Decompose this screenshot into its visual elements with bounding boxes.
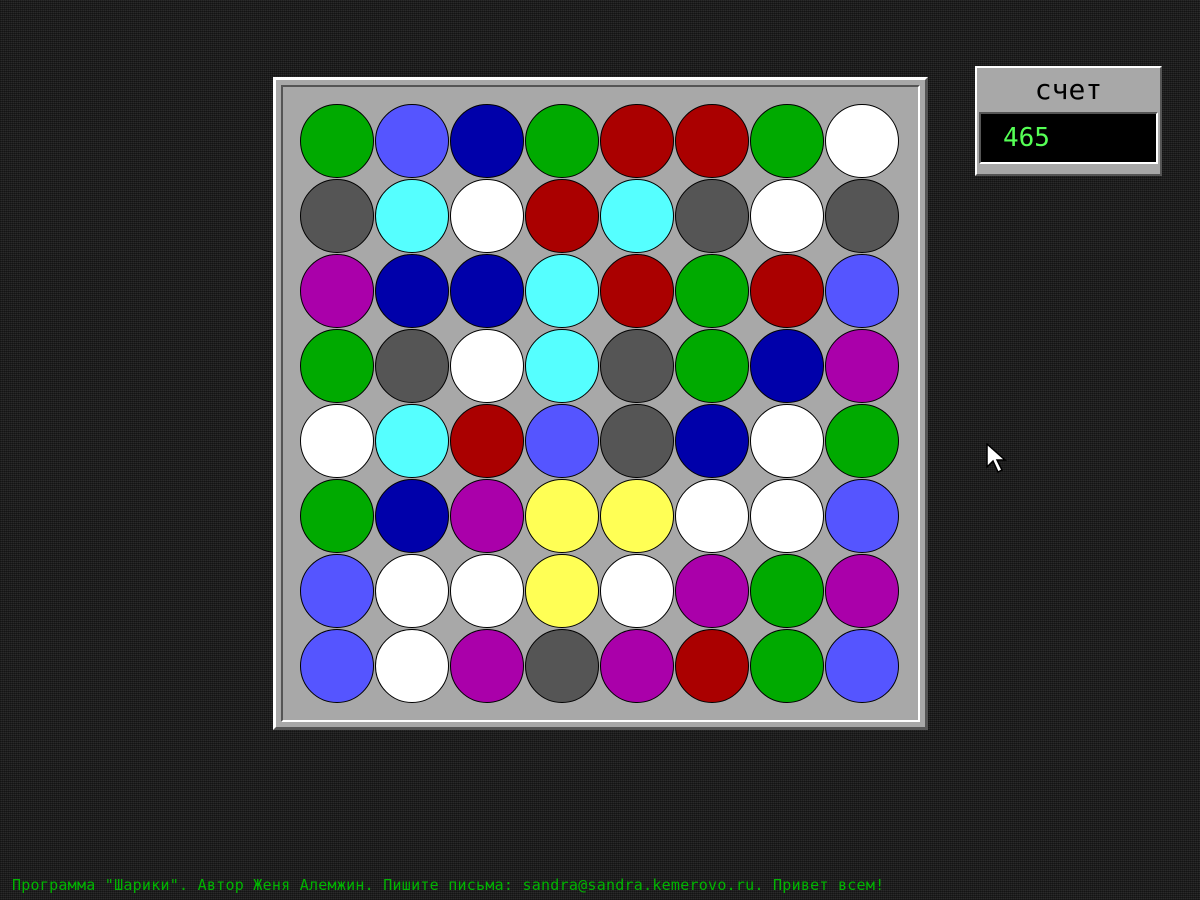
score-value: 465: [979, 112, 1158, 164]
score-title: счет: [1034, 73, 1103, 106]
ball-red[interactable]: [600, 254, 674, 328]
ball-yellow[interactable]: [525, 554, 599, 628]
ball-cyan[interactable]: [600, 179, 674, 253]
ball-white[interactable]: [450, 554, 524, 628]
ball-white[interactable]: [600, 554, 674, 628]
ball-magenta[interactable]: [450, 479, 524, 553]
ball-gray[interactable]: [675, 179, 749, 253]
ball-magenta[interactable]: [450, 629, 524, 703]
ball-cyan[interactable]: [375, 179, 449, 253]
ball-cyan[interactable]: [525, 254, 599, 328]
ball-lightblue[interactable]: [825, 254, 899, 328]
ball-white[interactable]: [450, 179, 524, 253]
ball-green[interactable]: [300, 479, 374, 553]
ball-blue[interactable]: [450, 254, 524, 328]
ball-red[interactable]: [600, 104, 674, 178]
ball-green[interactable]: [675, 329, 749, 403]
ball-green[interactable]: [300, 104, 374, 178]
ball-red[interactable]: [450, 404, 524, 478]
ball-white[interactable]: [825, 104, 899, 178]
ball-gray[interactable]: [300, 179, 374, 253]
ball-green[interactable]: [300, 329, 374, 403]
ball-lightblue[interactable]: [300, 629, 374, 703]
ball-white[interactable]: [450, 329, 524, 403]
ball-lightblue[interactable]: [525, 404, 599, 478]
ball-magenta[interactable]: [675, 554, 749, 628]
ball-yellow[interactable]: [600, 479, 674, 553]
ball-green[interactable]: [750, 104, 824, 178]
ball-green[interactable]: [525, 104, 599, 178]
ball-gray[interactable]: [825, 179, 899, 253]
ball-lightblue[interactable]: [300, 554, 374, 628]
footer-credits: Программа "Шарики". Автор Женя Алемжин. …: [12, 876, 885, 894]
ball-white[interactable]: [750, 404, 824, 478]
ball-cyan[interactable]: [525, 329, 599, 403]
ball-white[interactable]: [375, 554, 449, 628]
ball-white[interactable]: [750, 479, 824, 553]
board-inner-bevel: [281, 85, 920, 722]
ball-magenta[interactable]: [300, 254, 374, 328]
ball-white[interactable]: [300, 404, 374, 478]
ball-cyan[interactable]: [375, 404, 449, 478]
ball-red[interactable]: [525, 179, 599, 253]
ball-lightblue[interactable]: [825, 629, 899, 703]
ball-gray[interactable]: [600, 404, 674, 478]
ball-magenta[interactable]: [825, 554, 899, 628]
ball-white[interactable]: [675, 479, 749, 553]
ball-red[interactable]: [675, 104, 749, 178]
ball-lightblue[interactable]: [375, 104, 449, 178]
ball-blue[interactable]: [675, 404, 749, 478]
ball-lightblue[interactable]: [825, 479, 899, 553]
ball-magenta[interactable]: [825, 329, 899, 403]
ball-blue[interactable]: [450, 104, 524, 178]
ball-gray[interactable]: [375, 329, 449, 403]
ball-green[interactable]: [750, 554, 824, 628]
ball-green[interactable]: [825, 404, 899, 478]
score-panel: счет 465: [975, 66, 1162, 176]
ball-gray[interactable]: [525, 629, 599, 703]
ball-blue[interactable]: [750, 329, 824, 403]
ball-blue[interactable]: [375, 479, 449, 553]
ball-white[interactable]: [375, 629, 449, 703]
ball-red[interactable]: [750, 254, 824, 328]
ball-green[interactable]: [675, 254, 749, 328]
ball-blue[interactable]: [375, 254, 449, 328]
ball-white[interactable]: [750, 179, 824, 253]
mouse-pointer-icon: [986, 443, 1007, 474]
ball-magenta[interactable]: [600, 629, 674, 703]
ball-yellow[interactable]: [525, 479, 599, 553]
ball-green[interactable]: [750, 629, 824, 703]
ball-red[interactable]: [675, 629, 749, 703]
ball-gray[interactable]: [600, 329, 674, 403]
game-board: [273, 77, 928, 730]
